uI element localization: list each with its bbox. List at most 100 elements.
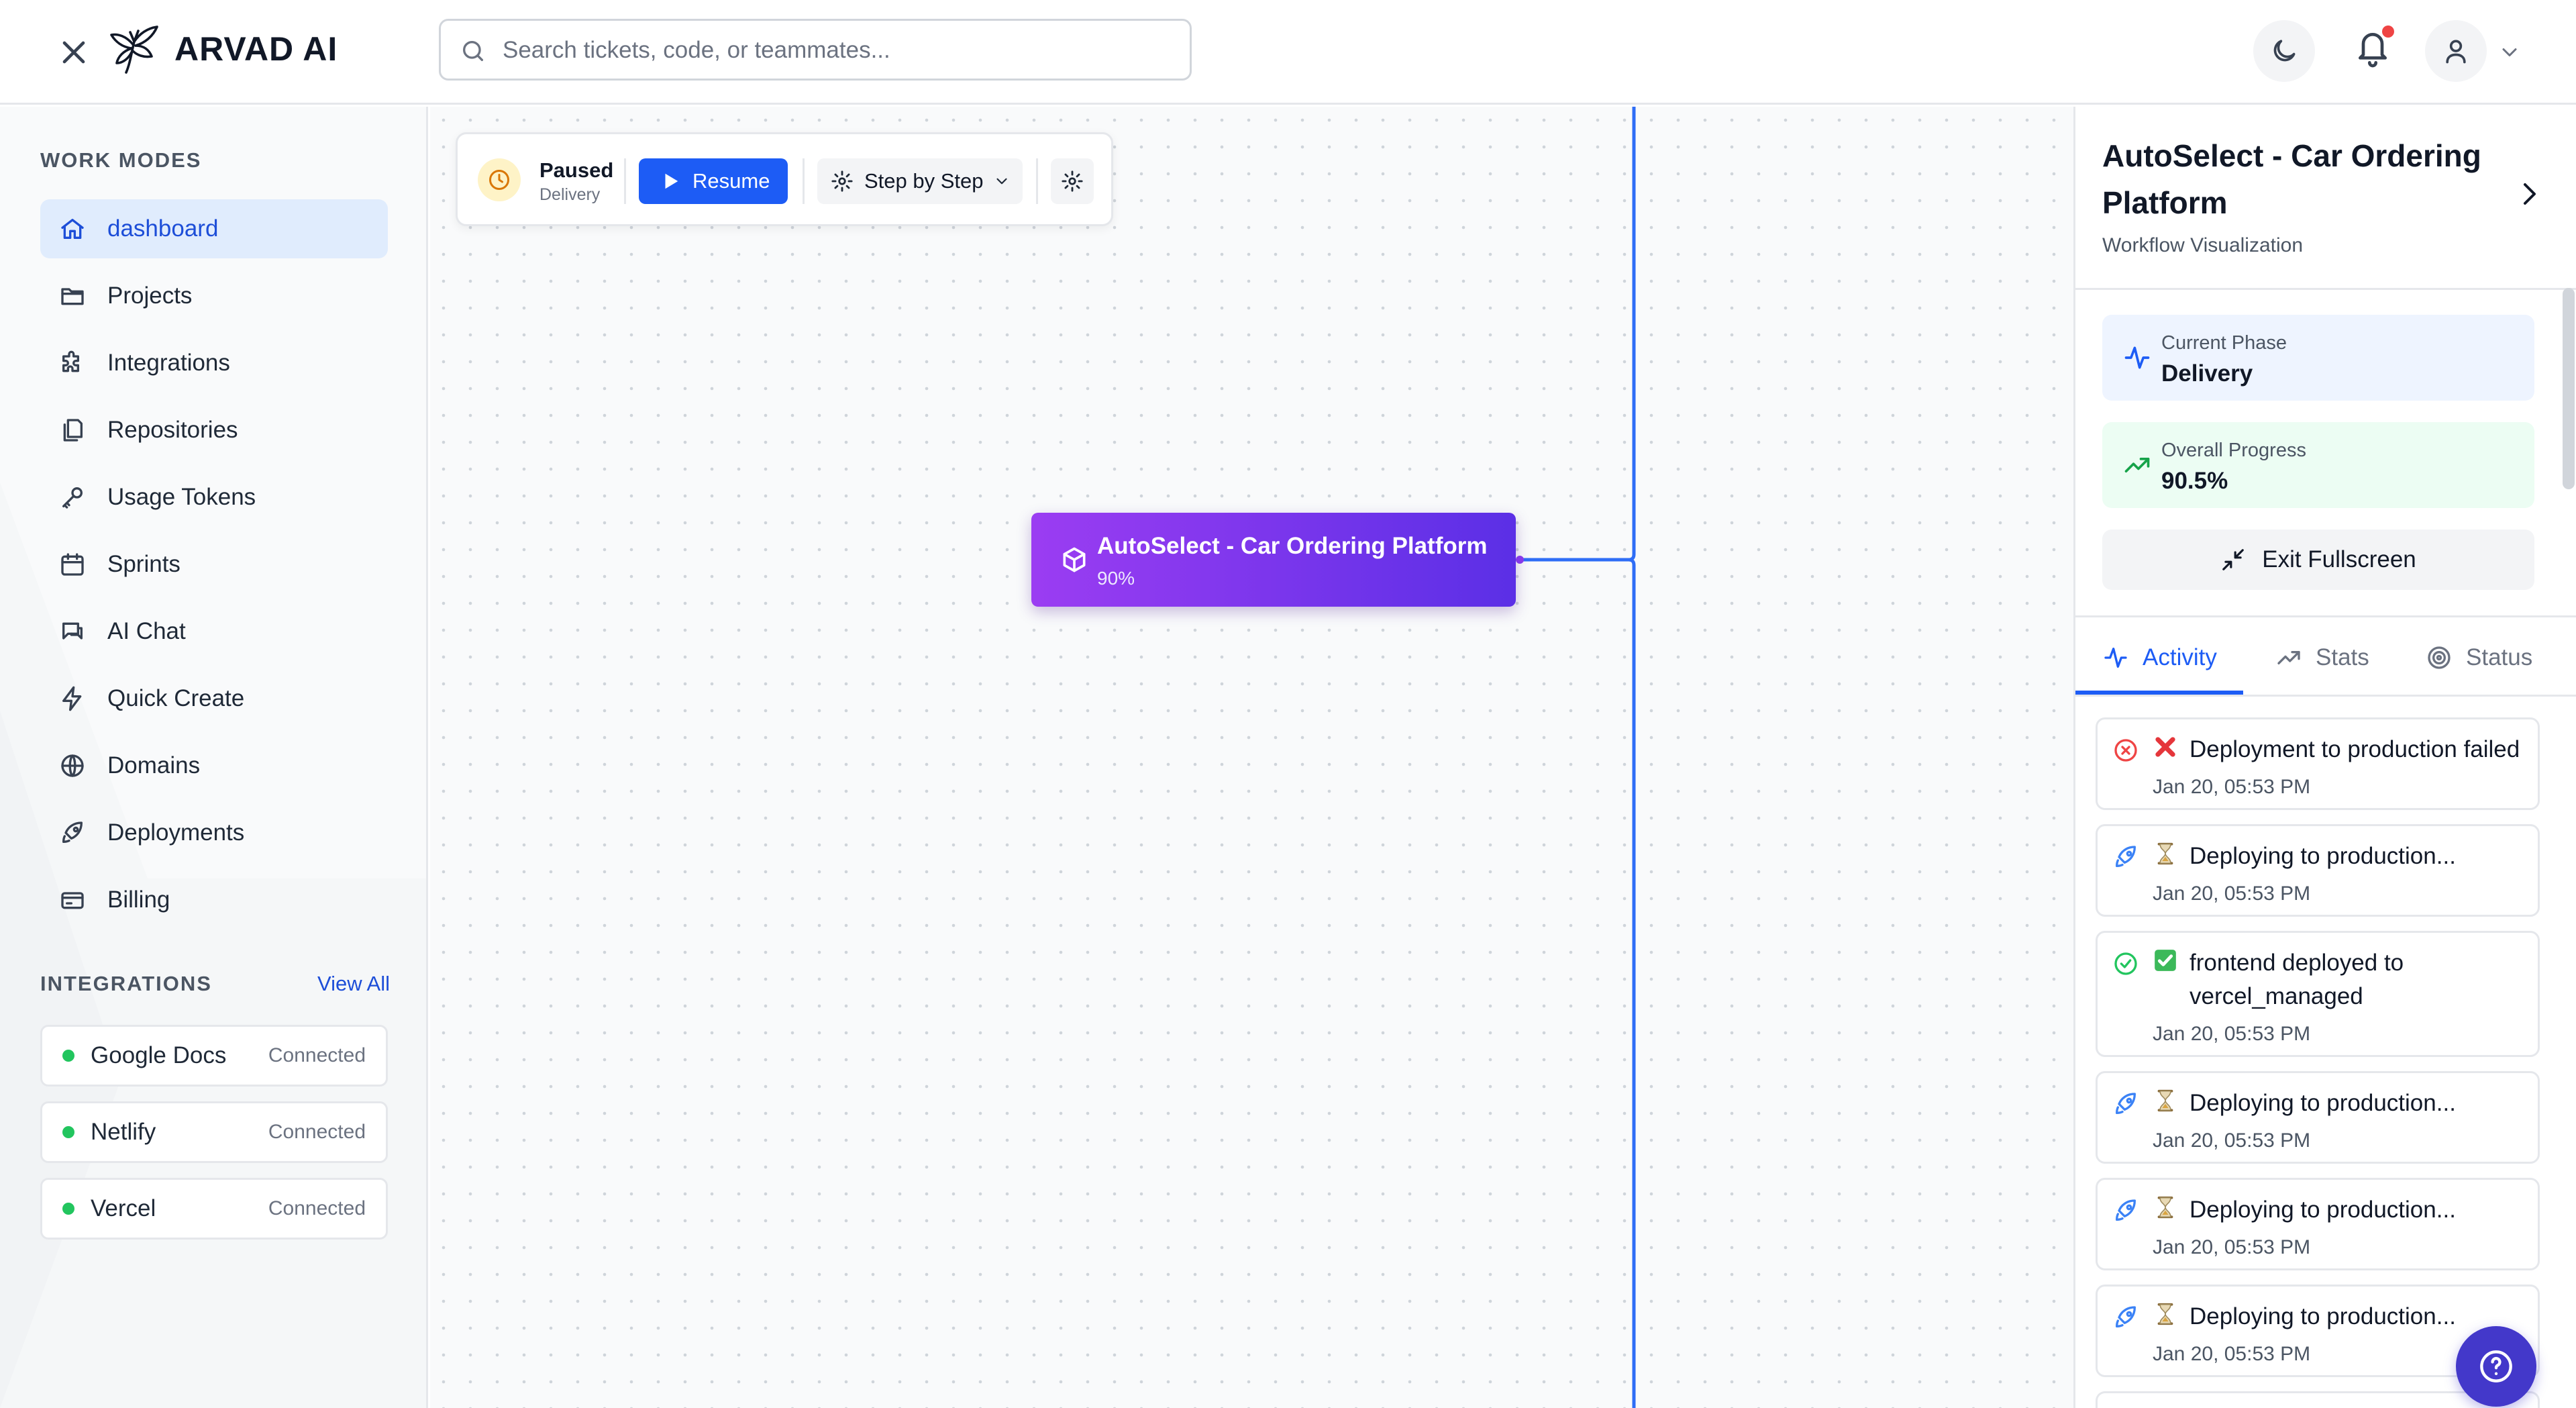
rocket-icon — [2116, 846, 2136, 867]
sidebar-item-sprints[interactable]: Sprints — [40, 535, 388, 594]
step-mode-dropdown[interactable]: Step by Step — [817, 158, 1023, 204]
gear-icon — [831, 170, 853, 192]
sidebar-item-label: Integrations — [107, 350, 230, 376]
workflow-state-label: Paused — [539, 158, 614, 182]
activity-icon — [2124, 346, 2150, 369]
integration-name: Google Docs — [91, 1042, 227, 1068]
activity-text: Deploying to production... — [2189, 843, 2456, 869]
bolt-icon — [62, 686, 82, 711]
panel-title: AutoSelect - Car Ordering Platform — [2102, 138, 2481, 220]
chevron-down-icon[interactable] — [2497, 40, 2522, 64]
connected-status-dot — [62, 1126, 74, 1138]
hourglass-icon — [2157, 1089, 2173, 1112]
target-icon — [2428, 646, 2451, 669]
integration-name: Vercel — [91, 1195, 156, 1221]
credit-card-icon — [61, 892, 84, 909]
activity-time: Jan 20, 05:53 PM — [2153, 883, 2311, 905]
sidebar-item-quick-create[interactable]: Quick Create — [40, 669, 388, 728]
tab-stats[interactable]: Stats — [2275, 630, 2369, 685]
search-box[interactable] — [439, 19, 1192, 81]
sidebar-item-integrations[interactable]: Integrations — [40, 334, 388, 393]
panel-scrollbar[interactable] — [2563, 288, 2575, 489]
activity-text: Deploying to production... — [2189, 1090, 2456, 1116]
tab-activity[interactable]: Activity — [2102, 630, 2217, 685]
integration-vercel[interactable]: Vercel Connected — [40, 1178, 388, 1240]
activity-item[interactable]: Deploying to production... Jan 20, 05:53… — [2096, 1071, 2540, 1164]
tab-label: Activity — [2143, 644, 2217, 670]
search-icon — [460, 38, 486, 64]
butterfly-logo-icon — [107, 23, 161, 77]
chevron-right-icon[interactable] — [2513, 178, 2545, 210]
hourglass-icon — [2157, 1196, 2173, 1219]
overall-progress-card: Overall Progress 90.5% — [2102, 422, 2534, 508]
integration-status: Connected — [268, 1044, 366, 1066]
sidebar-item-label: Projects — [107, 283, 193, 309]
integrations-heading: INTEGRATIONS — [40, 972, 212, 995]
toolbar-divider — [803, 158, 805, 204]
activity-item[interactable]: Deploying to production... Jan 20, 05:53… — [2096, 824, 2540, 917]
exit-fullscreen-button[interactable]: Exit Fullscreen — [2102, 530, 2534, 590]
trending-up-icon — [2124, 458, 2150, 472]
close-icon[interactable] — [55, 34, 93, 71]
settings-button[interactable] — [1051, 158, 1094, 204]
hourglass-icon — [2157, 1303, 2173, 1325]
workflow-canvas[interactable]: Paused Delivery Resume Step by Step Auto… — [430, 107, 2073, 1408]
theme-toggle-button[interactable] — [2253, 20, 2315, 82]
integration-google-docs[interactable]: Google Docs Connected — [40, 1025, 388, 1087]
hourglass-icon — [2157, 842, 2173, 865]
node-title: AutoSelect - Car Ordering Platform — [1097, 533, 1488, 559]
toolbar-divider — [1036, 158, 1038, 204]
panel-divider — [2075, 615, 2576, 617]
resume-button[interactable]: Resume — [639, 158, 788, 204]
current-phase-value: Delivery — [2161, 360, 2253, 387]
activity-text: frontend deployed to vercel_managed — [2189, 950, 2404, 1009]
sidebar-item-domains[interactable]: Domains — [40, 736, 388, 795]
globe-icon — [61, 754, 84, 777]
chevron-down-icon — [996, 178, 1007, 185]
current-phase-label: Current Phase — [2161, 332, 2287, 354]
exit-fullscreen-label: Exit Fullscreen — [2262, 546, 2416, 572]
resume-label: Resume — [692, 169, 770, 193]
details-panel: AutoSelect - Car Ordering Platform Workf… — [2073, 107, 2576, 1408]
calendar-icon — [61, 553, 84, 576]
tab-status[interactable]: Status — [2426, 630, 2532, 685]
project-workflow-node[interactable]: AutoSelect - Car Ordering Platform 90% — [1031, 513, 1516, 607]
integration-status: Connected — [268, 1197, 366, 1219]
top-header: ARVAD AI — [0, 0, 2576, 105]
home-icon — [61, 219, 84, 239]
sidebar-item-dashboard[interactable]: dashboard — [40, 199, 388, 258]
user-avatar-button[interactable] — [2425, 20, 2487, 82]
sidebar-item-label: Quick Create — [107, 685, 245, 711]
help-circle-icon — [2480, 1350, 2512, 1382]
clock-icon — [478, 158, 521, 201]
workflow-phase-label: Delivery — [539, 185, 601, 204]
integration-netlify[interactable]: Netlify Connected — [40, 1101, 388, 1163]
sidebar-item-ai-chat[interactable]: AI Chat — [40, 602, 388, 661]
sidebar-item-usage-tokens[interactable]: Usage Tokens — [40, 468, 388, 527]
activity-text: Deploying to production... — [2189, 1197, 2456, 1223]
package-icon — [1060, 545, 1089, 574]
sidebar-item-projects[interactable]: Projects — [40, 266, 388, 325]
sidebar-item-label: dashboard — [107, 215, 219, 242]
rocket-icon — [2116, 1093, 2136, 1114]
step-mode-label: Step by Step — [864, 169, 984, 193]
help-button[interactable] — [2456, 1326, 2536, 1407]
activity-item[interactable]: Deployment to production failed Jan 20, … — [2096, 717, 2540, 810]
activity-item[interactable]: frontend deployed to vercel_managed Jan … — [2096, 931, 2540, 1057]
puzzle-icon — [62, 350, 80, 372]
view-all-link[interactable]: View All — [317, 972, 390, 996]
trending-up-icon — [2277, 651, 2300, 664]
search-input[interactable] — [503, 30, 1174, 70]
x-circle-icon — [2114, 739, 2137, 762]
activity-item[interactable]: Deploying to production... Jan 20, 05:53… — [2096, 1178, 2540, 1270]
activity-time: Jan 20, 05:53 PM — [2153, 1236, 2311, 1258]
sidebar-item-billing[interactable]: Billing — [40, 870, 388, 929]
panel-divider — [2075, 695, 2576, 697]
overall-progress-label: Overall Progress — [2161, 440, 2306, 461]
panel-divider — [2075, 288, 2576, 290]
sidebar-item-repositories[interactable]: Repositories — [40, 401, 388, 460]
activity-time: Jan 20, 05:53 PM — [2153, 1129, 2311, 1152]
connected-status-dot — [62, 1203, 74, 1215]
notification-badge — [2382, 26, 2394, 38]
sidebar-item-deployments[interactable]: Deployments — [40, 803, 388, 862]
